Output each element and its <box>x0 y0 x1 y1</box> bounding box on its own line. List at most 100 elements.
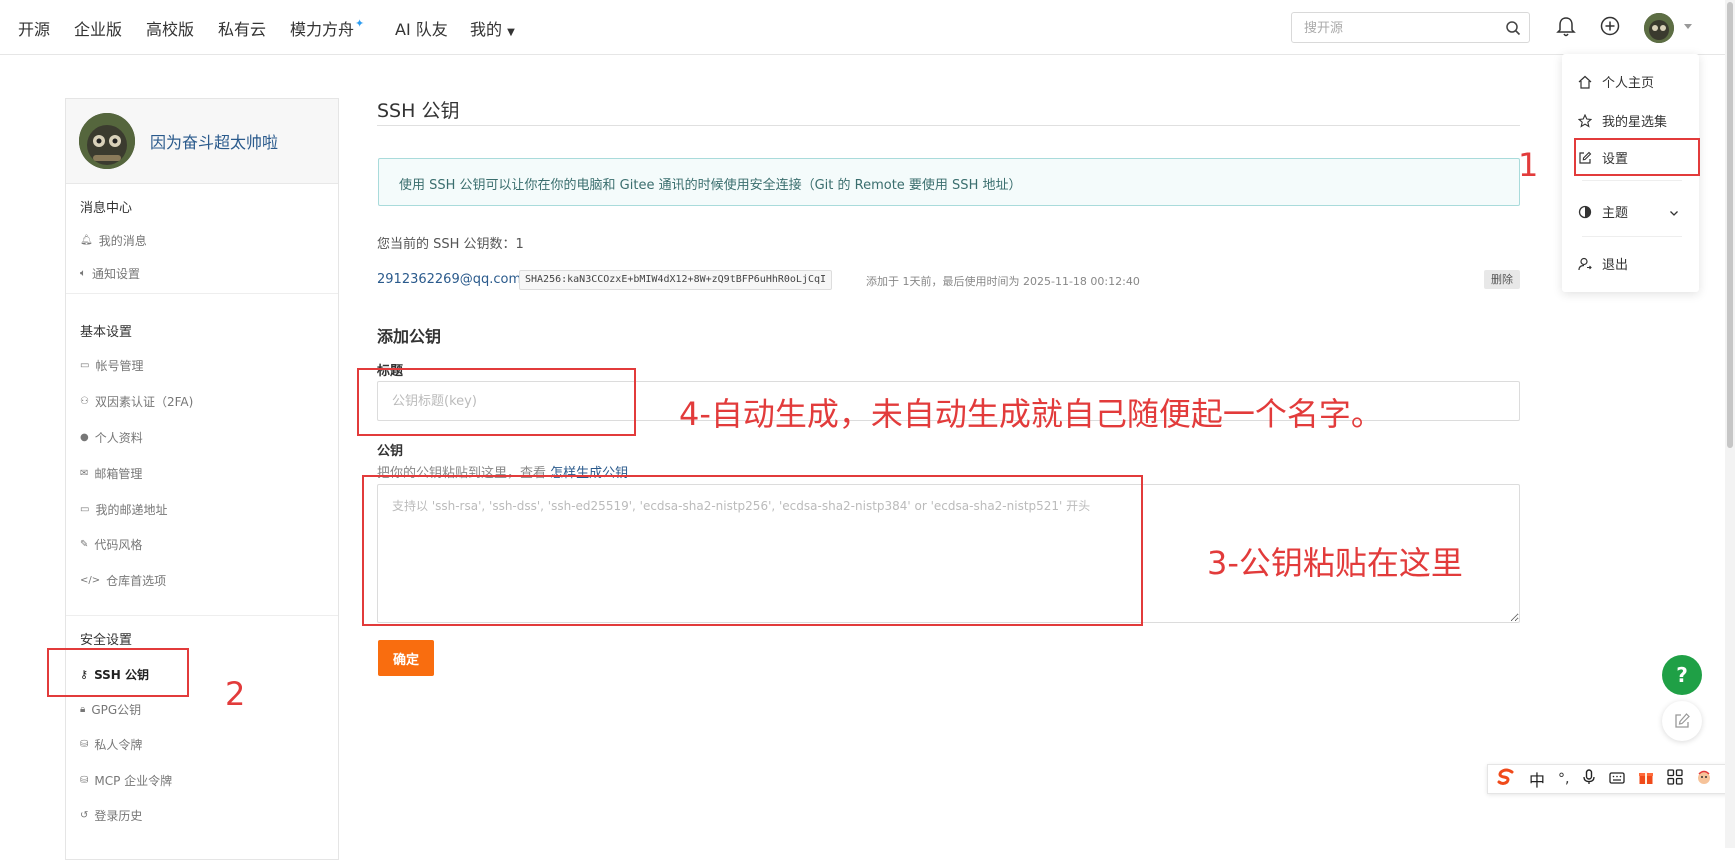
annotation-step1: 1 <box>1518 146 1539 184</box>
sidebar-item-email[interactable]: ✉ 邮箱管理 <box>80 465 142 482</box>
address-card-icon: ▭ <box>80 504 90 515</box>
annotation-box-ssh-nav <box>47 648 189 697</box>
apps-grid-icon[interactable] <box>1667 769 1684 789</box>
sidebar-item-address[interactable]: ▭ 我的邮递地址 <box>80 501 167 518</box>
scrollbar-thumb[interactable] <box>1727 2 1733 448</box>
microphone-icon[interactable] <box>1582 769 1596 789</box>
brush-icon: ✎ <box>80 539 89 550</box>
sidebar-separator <box>66 293 338 294</box>
plus-circle-icon[interactable] <box>1600 16 1620 40</box>
token-icon: ⛁ <box>80 775 89 786</box>
avatar-caret-icon[interactable] <box>1684 24 1692 29</box>
sparkle-icon: ✦ <box>355 17 365 30</box>
help-button[interactable]: ? <box>1662 655 1702 695</box>
menu-item-stars[interactable]: 我的星选集 <box>1578 111 1667 130</box>
search-input[interactable] <box>1302 13 1506 43</box>
top-navbar: 开源 企业版 高校版 私有云 模力方舟✦ AI 队友 我的 ▼ <box>0 0 1735 55</box>
punctuation-icon[interactable]: °, <box>1558 771 1569 787</box>
logout-icon <box>1578 257 1592 270</box>
gift-icon[interactable] <box>1638 769 1654 789</box>
feedback-button[interactable] <box>1662 701 1702 741</box>
nav-ai-teammate[interactable]: AI 队友 <box>395 16 448 40</box>
annotation-box-key-area <box>362 475 1143 626</box>
speaker-icon: 🔈︎ <box>80 268 86 279</box>
sidebar-item-label: 我的消息 <box>98 234 147 248</box>
nav-open-source[interactable]: 开源 <box>18 16 50 40</box>
key-field-label: 公钥 <box>377 444 404 459</box>
sidebar-item-login-history[interactable]: ↺ 登录历史 <box>80 807 142 824</box>
search-box <box>1291 12 1530 43</box>
sidebar-username[interactable]: 因为奋斗超太帅啦 <box>150 129 278 153</box>
sidebar-item-label: 邮箱管理 <box>94 467 143 481</box>
menu-item-profile[interactable]: 个人主页 <box>1578 72 1654 91</box>
menu-item-logout[interactable]: 退出 <box>1578 254 1628 273</box>
annotation-box-title-field <box>357 368 636 436</box>
sidebar-item-notification-settings[interactable]: 🔈︎ 通知设置 <box>80 265 140 282</box>
sidebar-item-mcp-tokens[interactable]: ⛁ MCP 企业令牌 <box>80 772 172 789</box>
bell-icon[interactable] <box>1556 16 1576 42</box>
ssh-key-title[interactable]: 2912362269@qq.com <box>377 272 521 287</box>
add-key-heading: 添加公钥 <box>377 327 442 346</box>
skin-mascot-icon[interactable] <box>1696 769 1712 789</box>
bell-icon: 🔔︎ <box>80 235 93 246</box>
info-banner-text: 使用 SSH 公钥可以让你在你的电脑和 Gitee 通讯的时候使用安全连接（Gi… <box>399 178 1022 193</box>
annotation-box-settings <box>1574 138 1700 176</box>
sidebar-item-gpg-keys[interactable]: 🔒︎ GPG公钥 <box>80 701 141 718</box>
page-title: SSH 公钥 <box>377 100 460 122</box>
sidebar-item-label: 帐号管理 <box>95 359 144 373</box>
menu-item-theme[interactable]: 主题 <box>1578 202 1628 221</box>
settings-sidebar: 因为奋斗超太帅啦 消息中心 🔔︎ 我的消息 🔈︎ 通知设置 基本设置 ▭ 帐号管… <box>65 98 339 860</box>
sidebar-item-label: 我的邮递地址 <box>95 503 168 517</box>
sidebar-item-profile[interactable]: ● 个人资料 <box>80 429 143 446</box>
sidebar-item-label: 登录历史 <box>94 809 143 823</box>
nav-enterprise[interactable]: 企业版 <box>74 16 122 40</box>
id-card-icon: ▭ <box>80 360 90 371</box>
sidebar-item-account[interactable]: ▭ 帐号管理 <box>80 357 143 374</box>
history-icon: ↺ <box>80 810 89 821</box>
nav-university[interactable]: 高校版 <box>146 16 194 40</box>
sidebar-item-private-tokens[interactable]: ⛁ 私人令牌 <box>80 736 142 753</box>
nav-private-cloud[interactable]: 私有云 <box>218 16 266 40</box>
ssh-key-meta: 添加于 1天前，最后使用时间为 2025-11-18 00:12:40 <box>866 275 1140 288</box>
keyboard-icon[interactable] <box>1609 770 1626 789</box>
sidebar-item-code-style[interactable]: ✎ 代码风格 <box>80 536 142 553</box>
user-icon: ● <box>80 432 89 443</box>
ime-language-toggle[interactable]: 中 <box>1529 767 1545 791</box>
ssh-key-fingerprint: SHA256:kaN3CCOzxE+bMIW4dX12+8W+zQ9tBFP6u… <box>519 270 833 290</box>
sidebar-item-label: 代码风格 <box>94 538 143 552</box>
sidebar-item-2fa[interactable]: ⚇ 双因素认证（2FA) <box>80 393 193 410</box>
feedback-edit-icon <box>1675 713 1690 728</box>
ssh-key-count-label: 您当前的 SSH 公钥数： <box>377 237 516 252</box>
submit-button[interactable]: 确定 <box>378 640 434 676</box>
menu-separator <box>1582 180 1682 181</box>
token-icon: ⛁ <box>80 739 89 750</box>
sidebar-item-label: GPG公钥 <box>91 703 142 717</box>
ssh-key-row: 2912362269@qq.com SHA256:kaN3CCOzxE+bMIW… <box>377 270 1520 292</box>
annotation-step2: 2 <box>225 675 246 713</box>
annotation-step4: 4-自动生成，未自动生成就自己随便起一个名字。 <box>679 395 1383 433</box>
menu-item-label: 个人主页 <box>1602 76 1655 91</box>
section-title-security: 安全设置 <box>80 633 133 648</box>
caret-down-icon: ▼ <box>507 27 515 38</box>
lock-icon: 🔒︎ <box>80 704 86 715</box>
sogou-logo-icon[interactable] <box>1496 768 1516 790</box>
sidebar-item-repo-prefs[interactable]: </> 仓库首选项 <box>80 572 166 589</box>
nav-moli-fangzhou[interactable]: 模力方舟✦ <box>290 16 364 40</box>
envelope-icon: ✉ <box>80 468 89 479</box>
ime-toolbar: 中 °, <box>1487 764 1735 794</box>
ssh-key-count: 您当前的 SSH 公钥数：1 <box>377 233 524 252</box>
delete-key-button[interactable]: 删除 <box>1484 270 1520 289</box>
sidebar-item-my-messages[interactable]: 🔔︎ 我的消息 <box>80 232 147 249</box>
sidebar-item-label: 通知设置 <box>92 267 141 281</box>
sidebar-avatar[interactable] <box>79 113 135 169</box>
search-icon[interactable] <box>1505 20 1521 40</box>
star-icon <box>1578 113 1592 128</box>
sidebar-item-label: MCP 企业令牌 <box>94 774 173 788</box>
page-scrollbar[interactable] <box>1725 0 1735 848</box>
user-avatar[interactable] <box>1644 13 1674 43</box>
contrast-icon <box>1578 205 1592 218</box>
nav-mine[interactable]: 我的 ▼ <box>470 16 515 40</box>
sidebar-item-label: 仓库首选项 <box>106 574 167 588</box>
ssh-key-count-value: 1 <box>515 237 524 252</box>
chevron-down-icon[interactable] <box>1668 204 1680 223</box>
